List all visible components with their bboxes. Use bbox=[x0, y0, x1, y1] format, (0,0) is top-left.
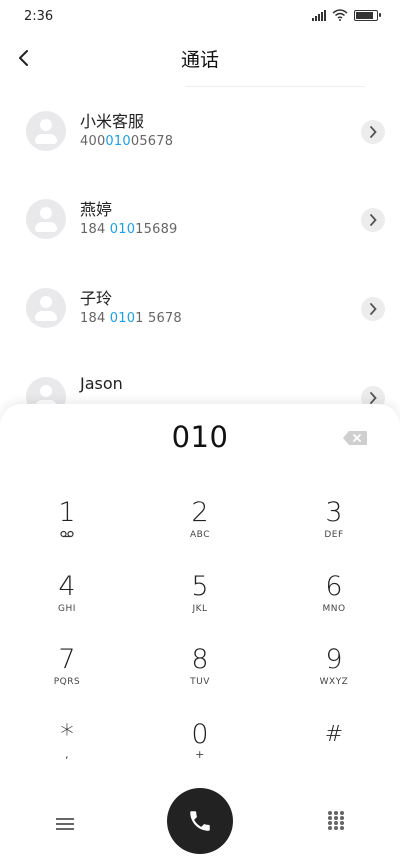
page-title: 通话 bbox=[180, 49, 219, 71]
phone-icon bbox=[190, 811, 210, 831]
contact-detail-button[interactable] bbox=[361, 120, 385, 144]
contact-row[interactable]: 小米客服 40001005678 bbox=[0, 98, 400, 170]
dialed-number: 010 bbox=[171, 420, 229, 454]
status-bar: 2:36 bbox=[0, 0, 400, 34]
key-6[interactable]: 6 MNO bbox=[279, 572, 389, 638]
contact-row[interactable]: 燕婷 184 01015689 bbox=[0, 186, 400, 258]
avatar bbox=[26, 111, 66, 151]
wifi-icon bbox=[332, 9, 348, 21]
contact-name: 小米客服 bbox=[80, 112, 145, 131]
backspace-button[interactable] bbox=[342, 430, 370, 448]
contact-detail-button[interactable] bbox=[361, 208, 385, 232]
key-0[interactable]: 0 + bbox=[145, 720, 255, 786]
contact-name: Jason bbox=[80, 374, 123, 393]
status-time: 2:36 bbox=[24, 9, 54, 24]
header: 通话 bbox=[0, 36, 400, 80]
key-hash[interactable]: # bbox=[279, 720, 389, 786]
key-5[interactable]: 5 JKL bbox=[145, 572, 255, 638]
backspace-icon bbox=[343, 431, 367, 445]
chevron-right-icon bbox=[370, 126, 377, 138]
number-match-highlight: 010 bbox=[105, 134, 131, 149]
contact-number: 184 0101 5678 bbox=[80, 311, 182, 326]
avatar bbox=[26, 199, 66, 239]
contact-detail-button[interactable] bbox=[361, 297, 385, 321]
chevron-right-icon bbox=[370, 303, 377, 315]
chevron-right-icon bbox=[370, 392, 377, 404]
chevron-right-icon bbox=[370, 214, 377, 226]
key-2[interactable]: 2 ABC bbox=[145, 498, 255, 564]
number-match-highlight: 010 bbox=[109, 222, 136, 237]
contact-number: 40001005678 bbox=[80, 134, 174, 149]
contact-row[interactable]: 子玲 184 0101 5678 bbox=[0, 275, 400, 347]
call-button[interactable] bbox=[167, 788, 233, 854]
key-3[interactable]: 3 DEF bbox=[279, 498, 389, 564]
avatar bbox=[26, 288, 66, 328]
status-icons bbox=[312, 9, 381, 21]
key-star[interactable]: *, bbox=[12, 720, 122, 786]
dialpad-toggle-icon[interactable] bbox=[328, 811, 344, 830]
key-1[interactable]: 1 bbox=[12, 498, 122, 564]
key-8[interactable]: 8 TUV bbox=[145, 645, 255, 711]
contact-name: 燕婷 bbox=[80, 200, 113, 219]
menu-button[interactable] bbox=[56, 818, 74, 832]
signal-icon bbox=[312, 9, 326, 21]
key-9[interactable]: 9 WXYZ bbox=[279, 645, 389, 711]
key-7[interactable]: 7 PQRS bbox=[12, 645, 122, 711]
battery-icon bbox=[354, 9, 381, 21]
number-match-highlight: 010 bbox=[109, 311, 136, 326]
contact-number: 184 01015689 bbox=[80, 222, 178, 237]
contact-name: 子玲 bbox=[80, 289, 113, 308]
key-4[interactable]: 4 GHI bbox=[12, 572, 122, 638]
voicemail-icon bbox=[60, 530, 74, 538]
header-divider bbox=[185, 86, 365, 87]
